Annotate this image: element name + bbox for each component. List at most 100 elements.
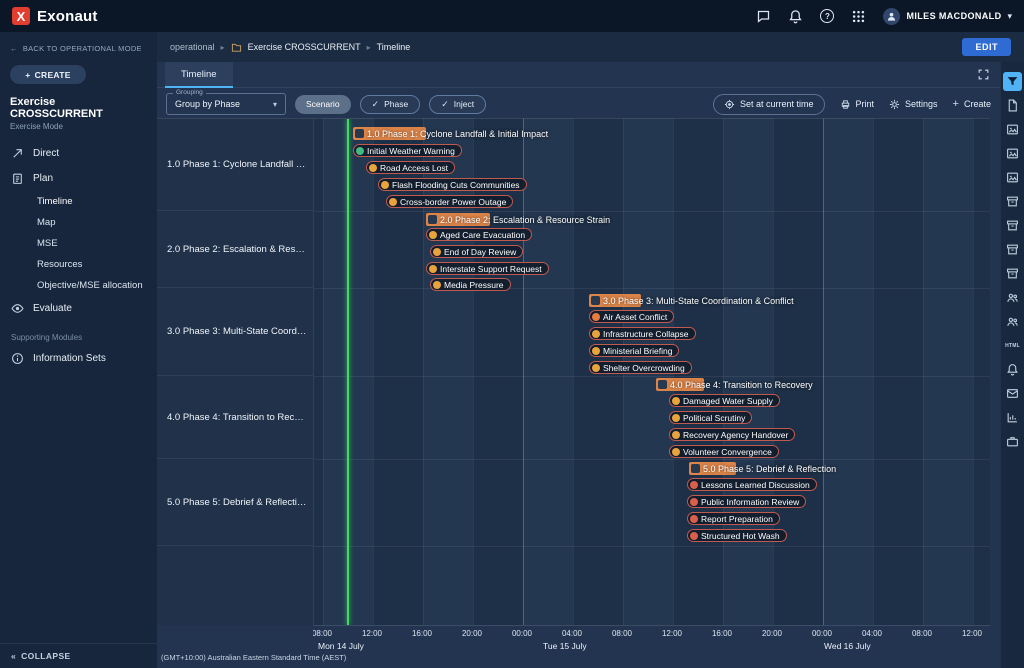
image-icon[interactable]: [1003, 144, 1022, 163]
apps-grid-icon[interactable]: [851, 9, 866, 24]
sidebar-item-plan[interactable]: Plan: [0, 166, 157, 191]
inject-bar[interactable]: Lessons Learned Discussion: [687, 478, 817, 491]
inject-bar[interactable]: Report Preparation: [687, 512, 780, 525]
inject-bar[interactable]: Aged Care Evacuation: [426, 228, 532, 241]
phase-bar[interactable]: 4.0 Phase 4: Transition to Recovery: [656, 378, 704, 391]
phase-label: 4.0 Phase 4: Transition to Recovery: [670, 380, 813, 390]
inject-bar[interactable]: Recovery Agency Handover: [669, 428, 795, 441]
group-icon[interactable]: [1003, 288, 1022, 307]
warning-amber-icon: [433, 248, 441, 256]
phase-bar[interactable]: 1.0 Phase 1: Cyclone Landfall & Initial …: [353, 127, 426, 140]
sidebar-item-timeline[interactable]: Timeline: [0, 191, 157, 212]
set-at-current-time-button[interactable]: Set at current time: [713, 94, 825, 115]
sidebar-item-objective-mse-allocation[interactable]: Objective/MSE allocation: [0, 275, 157, 296]
top-bar: X Exonaut ? MILES MACDONALD ▾: [0, 0, 1024, 32]
caret-down-icon: ▾: [273, 100, 277, 109]
breadcrumb-operational[interactable]: operational: [170, 42, 215, 52]
inject-bar[interactable]: Public Information Review: [687, 495, 806, 508]
inject-bar[interactable]: End of Day Review: [430, 245, 523, 258]
archive-icon[interactable]: [1003, 240, 1022, 259]
group-icon[interactable]: [1003, 312, 1022, 331]
filter-icon[interactable]: [1003, 72, 1022, 91]
day-boundary-line: [523, 119, 524, 625]
chart-icon[interactable]: [1003, 408, 1022, 427]
inject-bar[interactable]: Initial Weather Warning: [353, 144, 462, 157]
tab-timeline[interactable]: Timeline: [165, 62, 233, 88]
inject-bar[interactable]: Infrastructure Collapse: [589, 327, 696, 340]
chip-scenario[interactable]: Scenario: [295, 95, 351, 114]
inject-label: Road Access Lost: [380, 163, 448, 173]
print-button[interactable]: Print: [840, 99, 875, 110]
inject-bar[interactable]: Media Pressure: [430, 278, 511, 291]
inject-bar[interactable]: Ministerial Briefing: [589, 344, 679, 357]
sidebar-item-label: Evaluate: [33, 303, 72, 314]
warning-amber-icon: [429, 265, 437, 273]
sidebar-item-evaluate[interactable]: Evaluate: [0, 296, 157, 321]
left-sidebar: ← BACK TO OPERATIONAL MODE + CREATE Exer…: [0, 32, 157, 668]
exercise-mode-label: Exercise Mode: [0, 120, 157, 141]
image-icon[interactable]: [1003, 168, 1022, 187]
grouping-select[interactable]: Grouping Group by Phase ▾: [166, 93, 286, 115]
warning-amber-icon: [381, 181, 389, 189]
app-logo[interactable]: X Exonaut: [12, 7, 98, 25]
phase-bar[interactable]: 5.0 Phase 5: Debrief & Reflection: [689, 462, 736, 475]
exercise-folder-icon: [231, 42, 242, 53]
create-button[interactable]: + CREATE: [10, 65, 86, 84]
archive-icon[interactable]: [1003, 264, 1022, 283]
inject-label: Report Preparation: [701, 514, 773, 524]
edit-button[interactable]: EDIT: [962, 38, 1011, 56]
inject-label: Public Information Review: [701, 497, 799, 507]
time-tick: 20:00: [762, 629, 782, 638]
briefcase-icon[interactable]: [1003, 432, 1022, 451]
breadcrumb-exercise[interactable]: Exercise CROSSCURRENT: [248, 42, 361, 52]
back-to-operational-link[interactable]: ← BACK TO OPERATIONAL MODE: [0, 32, 157, 53]
inject-bar[interactable]: Shelter Overcrowding: [589, 361, 692, 374]
archive-icon[interactable]: [1003, 192, 1022, 211]
archive-icon[interactable]: [1003, 216, 1022, 235]
fullscreen-icon[interactable]: [977, 68, 990, 81]
help-icon[interactable]: ?: [820, 9, 834, 23]
inject-bar[interactable]: Interstate Support Request: [426, 262, 549, 275]
sidebar-item-information-sets[interactable]: Information Sets: [0, 346, 157, 371]
time-tick: 04:00: [862, 629, 882, 638]
sidebar-item-map[interactable]: Map: [0, 212, 157, 233]
inject-label: Recovery Agency Handover: [683, 430, 788, 440]
inject-label: Cross-border Power Outage: [400, 197, 506, 207]
phase-bar[interactable]: 2.0 Phase 2: Escalation & Resource Strai…: [426, 213, 490, 226]
inject-bar[interactable]: Road Access Lost: [366, 161, 455, 174]
status-green-icon: [356, 147, 364, 155]
bell-icon[interactable]: [1003, 360, 1022, 379]
grouping-value: Group by Phase: [175, 99, 240, 109]
chip-phase[interactable]: ✓ Phase: [360, 95, 421, 114]
inject-bar[interactable]: Damaged Water Supply: [669, 394, 780, 407]
inject-bar[interactable]: Cross-border Power Outage: [386, 195, 513, 208]
sidebar-item-direct[interactable]: Direct: [0, 141, 157, 166]
file-icon[interactable]: [1003, 96, 1022, 115]
plus-icon: +: [953, 98, 959, 110]
sidebar-item-resources[interactable]: Resources: [0, 254, 157, 275]
phase-icon: [355, 129, 364, 138]
chip-inject[interactable]: ✓ Inject: [429, 95, 486, 114]
mail-icon[interactable]: [1003, 384, 1022, 403]
notifications-bell-icon[interactable]: [788, 9, 803, 24]
collapse-sidebar-button[interactable]: « COLLAPSE: [0, 643, 157, 668]
settings-button[interactable]: Settings: [889, 99, 938, 110]
inject-bar[interactable]: Structured Hot Wash: [687, 529, 787, 542]
timeline-toolbar: Grouping Group by Phase ▾ Scenario ✓ Pha…: [157, 88, 1000, 120]
chat-icon[interactable]: [756, 9, 771, 24]
image-icon[interactable]: [1003, 120, 1022, 139]
inject-bar[interactable]: Volunteer Convergence: [669, 445, 779, 458]
inject-bar[interactable]: Flash Flooding Cuts Communities: [378, 178, 527, 191]
html-icon[interactable]: HTML: [1003, 336, 1022, 355]
create-inject-button[interactable]: + Create: [953, 98, 991, 110]
inject-label: Media Pressure: [444, 280, 504, 290]
inject-label: Shelter Overcrowding: [603, 363, 685, 373]
inject-bar[interactable]: Air Asset Conflict: [589, 310, 674, 323]
user-menu[interactable]: MILES MACDONALD ▾: [883, 8, 1012, 25]
phase-bar[interactable]: 3.0 Phase 3: Multi-State Coordination & …: [589, 294, 641, 307]
avatar: [883, 8, 900, 25]
sidebar-item-mse[interactable]: MSE: [0, 233, 157, 254]
chip-label: Phase: [384, 99, 408, 109]
inject-bar[interactable]: Political Scrutiny: [669, 411, 752, 424]
supporting-modules-label: Supporting Modules: [0, 321, 157, 346]
